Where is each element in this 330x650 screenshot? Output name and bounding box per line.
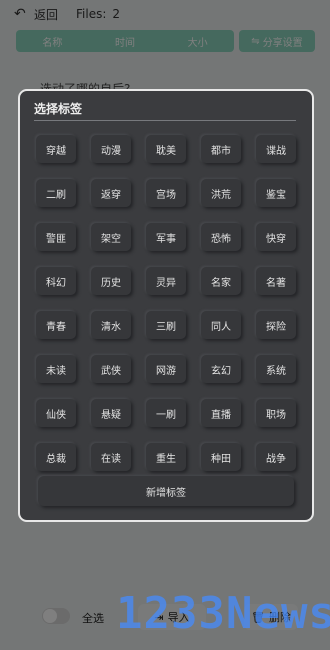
tag-button[interactable]: 总裁 (36, 443, 76, 471)
tag-button[interactable]: 历史 (91, 267, 131, 295)
select-tags-dialog: 选择标签 穿越 动漫 耽美 都市 谍战二刷 返穿 宫场 洪荒 鉴宝警匪 架空 军事 恐怖 快穿科幻 历史灵… (18, 89, 314, 522)
tag-button[interactable]: 同人 (201, 311, 241, 339)
dialog-title: 选择标签 (34, 102, 83, 116)
tag-button[interactable]: 快穿 (256, 223, 296, 251)
tag-button[interactable]: 鉴宝 (256, 179, 296, 207)
dialog-divider (34, 120, 296, 121)
tag-button[interactable]: 在读 (91, 443, 131, 471)
tag-button[interactable]: 武侠 (91, 355, 131, 383)
tag-button[interactable]: 谍战 (256, 135, 296, 163)
tag-button[interactable]: 探险 (256, 311, 296, 339)
tag-button[interactable]: 一刷 (146, 399, 186, 427)
tag-button[interactable]: 名著 (256, 267, 296, 295)
tag-button[interactable]: 仙侠 (36, 399, 76, 427)
tag-button[interactable]: 战争 (256, 443, 296, 471)
tag-button[interactable]: 直播 (201, 399, 241, 427)
tag-button[interactable]: 穿越 (36, 135, 76, 163)
tag-button[interactable]: 军事 (146, 223, 186, 251)
tag-button[interactable]: 清水 (91, 311, 131, 339)
tag-button[interactable]: 灵异 (146, 267, 186, 295)
tag-button[interactable]: 系统 (256, 355, 296, 383)
watermark-logo: 1233News (116, 588, 330, 639)
tag-button[interactable]: 玄幻 (201, 355, 241, 383)
add-tag-button[interactable]: 新增标签 (38, 476, 294, 506)
tag-button[interactable]: 网游 (146, 355, 186, 383)
tag-button[interactable]: 动漫 (91, 135, 131, 163)
tag-button[interactable]: 重生 (146, 443, 186, 471)
tag-button[interactable]: 名家 (201, 267, 241, 295)
tag-button[interactable]: 未读 (36, 355, 76, 383)
tag-button[interactable]: 科幻 (36, 267, 76, 295)
tag-button[interactable]: 警匪 (36, 223, 76, 251)
tag-button[interactable]: 二刷 (36, 179, 76, 207)
tag-button[interactable]: 种田 (201, 443, 241, 471)
tag-button[interactable]: 返穿 (91, 179, 131, 207)
tag-button[interactable]: 青春 (36, 311, 76, 339)
tag-button[interactable]: 耽美 (146, 135, 186, 163)
tag-button[interactable]: 恐怖 (201, 223, 241, 251)
tag-button[interactable]: 架空 (91, 223, 131, 251)
tag-button[interactable]: 悬疑 (91, 399, 131, 427)
tag-button[interactable]: 都市 (201, 135, 241, 163)
tag-button[interactable]: 洪荒 (201, 179, 241, 207)
tag-grid: 穿越 动漫 耽美 都市 谍战二刷 返穿 宫场 洪荒 鉴宝警匪 架空 军事 恐怖 快穿科幻 历史 灵异 名家 名著… (36, 135, 296, 471)
tag-button[interactable]: 宫场 (146, 179, 186, 207)
tag-button[interactable]: 三刷 (146, 311, 186, 339)
tag-button[interactable]: 职场 (256, 399, 296, 427)
